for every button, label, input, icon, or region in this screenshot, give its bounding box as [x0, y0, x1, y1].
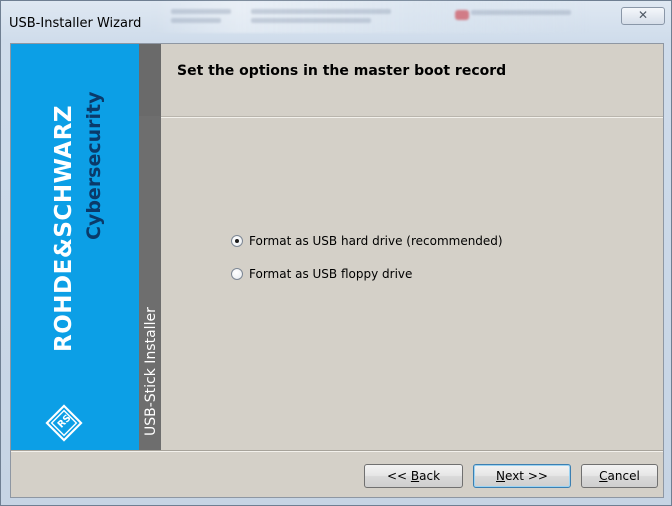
background-blur	[151, 1, 591, 33]
brand-company-name: ROHDE&SCHWARZ	[51, 104, 77, 352]
close-icon: ✕	[637, 8, 649, 22]
close-button[interactable]: ✕	[621, 7, 665, 25]
back-button[interactable]: << Back	[364, 464, 463, 488]
wizard-window: USB-Installer Wizard ✕ ROHDE&SCHWARZ Cyb…	[0, 0, 672, 506]
background-blur-icon	[455, 10, 469, 20]
page-header: Set the options in the master boot recor…	[161, 44, 663, 116]
next-button-accel: N	[496, 469, 506, 483]
product-strip: USB-Stick Installer	[139, 44, 161, 450]
option-hard-drive-label: Format as USB hard drive (recommended)	[249, 234, 503, 248]
back-button-accel: B	[410, 469, 420, 483]
next-button-rest: ext >>	[505, 469, 548, 483]
wizard-client: ROHDE&SCHWARZ Cybersecurity RS USB-Stick…	[10, 43, 664, 498]
footer-divider	[11, 450, 663, 452]
header-divider	[161, 116, 663, 118]
page-title: Set the options in the master boot recor…	[177, 63, 507, 79]
brand-panel: ROHDE&SCHWARZ Cybersecurity RS	[11, 44, 139, 450]
product-strip-label: USB-Stick Installer	[143, 307, 159, 436]
next-button[interactable]: Next >>	[473, 464, 571, 488]
title-bar[interactable]: USB-Installer Wizard ✕	[1, 1, 671, 37]
brand-division-name: Cybersecurity	[83, 91, 105, 240]
back-button-prefix: <<	[386, 469, 411, 483]
option-floppy-drive[interactable]: Format as USB floppy drive	[231, 267, 412, 281]
window-title: USB-Installer Wizard	[9, 16, 142, 31]
radio-button-unselected[interactable]	[231, 268, 243, 280]
cancel-button-accel: C	[599, 469, 608, 483]
cancel-button[interactable]: Cancel	[581, 464, 658, 488]
radio-button-selected[interactable]	[231, 235, 243, 247]
rohde-schwarz-logo-icon: RS	[45, 404, 83, 442]
cancel-button-rest: ancel	[607, 469, 640, 483]
option-floppy-drive-label: Format as USB floppy drive	[249, 267, 413, 281]
back-button-rest: ack	[419, 469, 441, 483]
option-hard-drive[interactable]: Format as USB hard drive (recommended)	[231, 234, 503, 248]
